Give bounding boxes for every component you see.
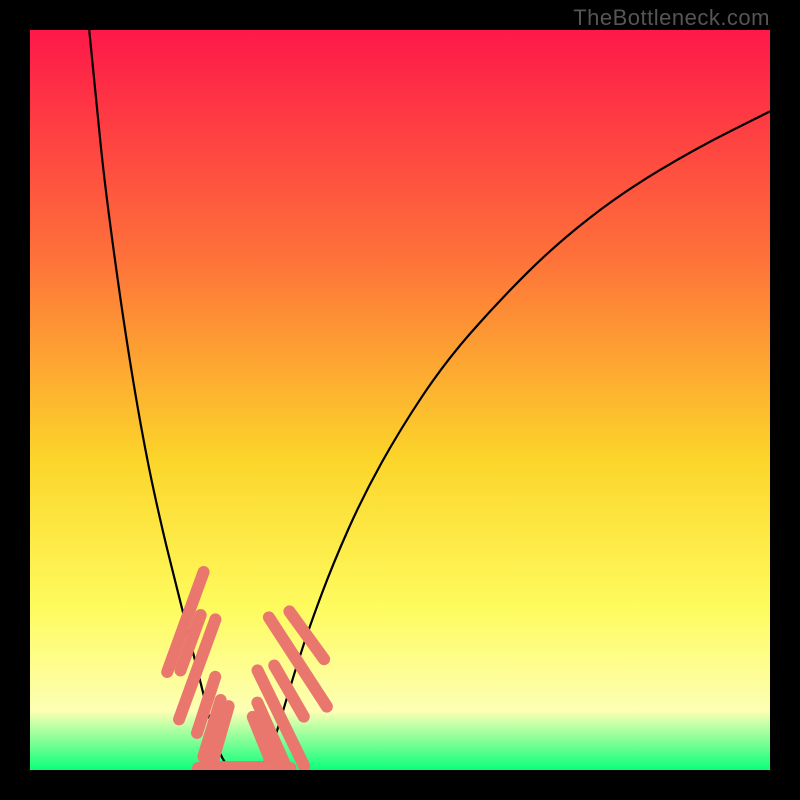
bottleneck-curve: [30, 30, 770, 770]
chart-stage: TheBottleneck.com: [0, 0, 800, 800]
plot-area: [30, 30, 770, 770]
data-markers: [160, 564, 336, 770]
watermark-text: TheBottleneck.com: [573, 5, 770, 31]
